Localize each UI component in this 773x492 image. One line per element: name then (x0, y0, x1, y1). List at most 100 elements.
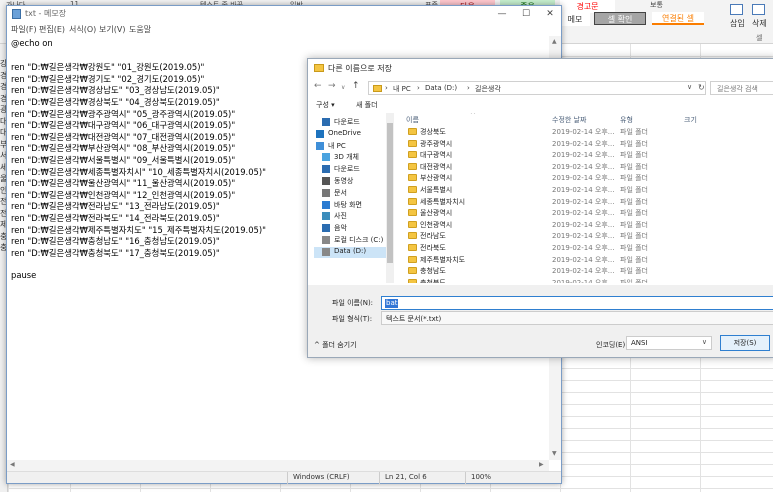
nav-item[interactable]: 다운로드 (314, 117, 394, 128)
back-arrow-icon[interactable]: ← (314, 81, 322, 91)
search-input[interactable]: 길은생각 검색 (710, 81, 773, 95)
breadcrumb-this-pc[interactable]: 내 PC (393, 84, 411, 94)
nav-item[interactable]: 사진 (314, 211, 394, 222)
style-cell[interactable]: 메모 (560, 13, 590, 26)
nav-item[interactable]: 문서 (314, 188, 394, 199)
encoding-select[interactable]: ANSI ∨ (626, 336, 712, 350)
forward-arrow-icon[interactable]: → (328, 81, 336, 91)
text-line[interactable]: ren "D:₩길은생각₩충청북도" "17_충청북도(2019.05)" (11, 247, 220, 259)
column-size-header[interactable]: 크기 (684, 115, 697, 125)
text-line[interactable]: ren "D:₩길은생각₩경상북도" "04_경상북도(2019.05)" (11, 96, 220, 108)
menu-help[interactable]: 도움말 (129, 24, 151, 35)
breadcrumb-chevron-icon[interactable]: › (385, 84, 388, 92)
scroll-right-icon[interactable]: ▶ (539, 461, 544, 468)
up-arrow-icon[interactable]: ↑ (352, 81, 360, 91)
file-row[interactable]: 서울특별시 2019-02-14 오후... 파일 폴더 (400, 185, 773, 196)
text-line[interactable]: ren "D:₩길은생각₩전라남도" "13_전라남도(2019.05)" (11, 200, 220, 212)
nav-item[interactable]: 동영상 (314, 176, 394, 187)
menu-file[interactable]: 파일(F) (11, 24, 37, 35)
nav-item[interactable]: 내 PC (314, 141, 394, 152)
text-line[interactable]: ren "D:₩길은생각₩서울특별시" "09_서울특별시(2019.05)" (11, 154, 235, 166)
filetype-select[interactable]: 텍스트 문서(*.txt) (381, 311, 773, 325)
file-row[interactable]: 광주광역시 2019-02-14 오후... 파일 폴더 (400, 139, 773, 150)
text-line[interactable]: ren "D:₩길은생각₩제주특별자치도" "15_제주특별자치도(2019.0… (11, 224, 266, 236)
chevron-down-icon[interactable]: ∨ (702, 338, 707, 346)
filename-selected-text: bat (385, 299, 399, 308)
nav-item[interactable]: 다운로드 (314, 164, 394, 175)
file-row[interactable]: 경상북도 2019-02-14 오후... 파일 폴더 (400, 127, 773, 138)
address-bar[interactable]: › 내 PC › Data (D:) › 길은생각 ∨ ↻ (368, 81, 706, 95)
delete-cells-icon[interactable] (752, 4, 765, 15)
minimize-icon[interactable]: — (491, 7, 513, 21)
file-row[interactable]: 충청북도 2019-02-14 오후... 파일 폴더 (400, 278, 773, 283)
column-date-header[interactable]: 수정한 날짜 (552, 115, 586, 125)
scroll-down-icon[interactable]: ▼ (552, 450, 557, 457)
text-line[interactable]: ren "D:₩길은생각₩전라북도" "14_전라북도(2019.05)" (11, 212, 220, 224)
menu-view[interactable]: 보기(V) (99, 24, 125, 35)
recent-dropdown-icon[interactable]: ∨ (341, 84, 345, 91)
text-line[interactable]: ren "D:₩길은생각₩강원도" "01_강원도(2019.05)" (11, 61, 204, 73)
file-type: 파일 폴더 (620, 220, 648, 229)
text-line[interactable]: ren "D:₩길은생각₩충청남도" "16_충청남도(2019.05)" (11, 235, 220, 247)
refresh-icon[interactable]: ↻ (698, 83, 705, 92)
navigation-scrollbar[interactable] (386, 113, 394, 283)
file-row[interactable]: 전라남도 2019-02-14 오후... 파일 폴더 (400, 231, 773, 242)
file-row[interactable]: 인천광역시 2019-02-14 오후... 파일 폴더 (400, 220, 773, 231)
nav-item[interactable]: 음악 (314, 223, 394, 234)
save-as-dialog: 다른 이름으로 저장 ← → ∨ ↑ › 내 PC › Data (D:) › … (307, 58, 773, 358)
file-row[interactable]: 대구광역시 2019-02-14 오후... 파일 폴더 (400, 150, 773, 161)
file-row[interactable]: 제주특별자치도 2019-02-14 오후... 파일 폴더 (400, 255, 773, 266)
style-cell[interactable]: 셀 확인 (594, 12, 646, 25)
column-name-header[interactable]: 이름 (406, 115, 419, 125)
text-line[interactable]: @echo on (11, 38, 53, 48)
text-line[interactable]: ren "D:₩길은생각₩대전광역시" "07_대전광역시(2019.05)" (11, 131, 235, 143)
text-line[interactable]: ren "D:₩길은생각₩인천광역시" "12_인천광역시(2019.05)" (11, 189, 235, 201)
scroll-up-icon[interactable]: ▲ (552, 38, 557, 45)
breadcrumb-chevron-icon[interactable]: › (467, 84, 470, 92)
file-row[interactable]: 전라북도 2019-02-14 오후... 파일 폴더 (400, 243, 773, 254)
breadcrumb-data-drive[interactable]: Data (D:) (425, 84, 457, 92)
text-line[interactable]: ren "D:₩길은생각₩부산광역시" "08_부산광역시(2019.05)" (11, 142, 235, 154)
insert-button-label[interactable]: 삽입 (730, 18, 745, 29)
breadcrumb-chevron-icon[interactable]: › (417, 84, 420, 92)
hide-folders-toggle[interactable]: ^ 폴더 숨기기 (314, 340, 357, 350)
text-line[interactable]: ren "D:₩길은생각₩대구광역시" "06_대구광역시(2019.05)" (11, 119, 235, 131)
insert-cells-icon[interactable] (730, 4, 743, 15)
text-line[interactable]: ren "D:₩길은생각₩경기도" "02_경기도(2019.05)" (11, 73, 204, 85)
delete-button-label[interactable]: 삭제 (752, 18, 767, 29)
column-type-header[interactable]: 유형 (620, 115, 633, 125)
filename-input[interactable]: bat (381, 296, 773, 310)
text-line[interactable]: ren "D:₩길은생각₩경상남도" "03_경상남도(2019.05)" (11, 84, 220, 96)
text-line[interactable]: ren "D:₩길은생각₩광주광역시" "05_광주광역시(2019.05)" (11, 108, 235, 120)
file-row[interactable]: 충청남도 2019-02-14 오후... 파일 폴더 (400, 266, 773, 277)
dialog-titlebar[interactable]: 다른 이름으로 저장 (308, 59, 773, 77)
close-icon[interactable]: ✕ (539, 7, 561, 21)
save-button[interactable]: 저장(S) (720, 335, 770, 351)
file-row[interactable]: 울산광역시 2019-02-14 오후... 파일 폴더 (400, 208, 773, 219)
menu-format[interactable]: 서식(O) (69, 24, 96, 35)
style-neutral[interactable]: 보통 (650, 0, 663, 10)
drive-icon (322, 247, 330, 256)
nav-item[interactable]: Data (D:) (314, 246, 394, 258)
scroll-left-icon[interactable]: ◀ (10, 461, 15, 468)
horizontal-scrollbar[interactable]: ◀ ▶ (7, 460, 549, 471)
scrollbar-thumb[interactable] (387, 123, 393, 263)
nav-item[interactable]: 바탕 화면 (314, 200, 394, 211)
text-line[interactable]: pause (11, 270, 36, 280)
text-line[interactable]: ren "D:₩길은생각₩세종특별자치시" "10_세종특별자치시(2019.0… (11, 166, 266, 178)
new-folder-button[interactable]: 새 폴더 (356, 100, 378, 110)
maximize-icon[interactable]: ☐ (515, 7, 537, 21)
breadcrumb-current-folder[interactable]: 길은생각 (475, 84, 501, 94)
file-row[interactable]: 부산광역시 2019-02-14 오후... 파일 폴더 (400, 173, 773, 184)
notepad-titlebar[interactable]: txt - 메모장 — ☐ ✕ (7, 6, 561, 22)
nav-item[interactable]: 3D 개체 (314, 152, 394, 163)
nav-item[interactable]: OneDrive (314, 129, 394, 140)
address-dropdown-icon[interactable]: ∨ (687, 83, 692, 91)
file-row[interactable]: 대전광역시 2019-02-14 오후... 파일 폴더 (400, 162, 773, 173)
style-cell[interactable]: 연결된 셀 (652, 12, 704, 25)
file-row[interactable]: 세종특별자치시 2019-02-14 오후... 파일 폴더 (400, 197, 773, 208)
menu-edit[interactable]: 편집(E) (39, 24, 65, 35)
organize-button[interactable]: 구성 ▾ (316, 100, 335, 110)
text-line[interactable]: ren "D:₩길은생각₩울산광역시" "11_울산광역시(2019.05)" (11, 177, 235, 189)
nav-item[interactable]: 로컬 디스크 (C:) (314, 235, 394, 246)
